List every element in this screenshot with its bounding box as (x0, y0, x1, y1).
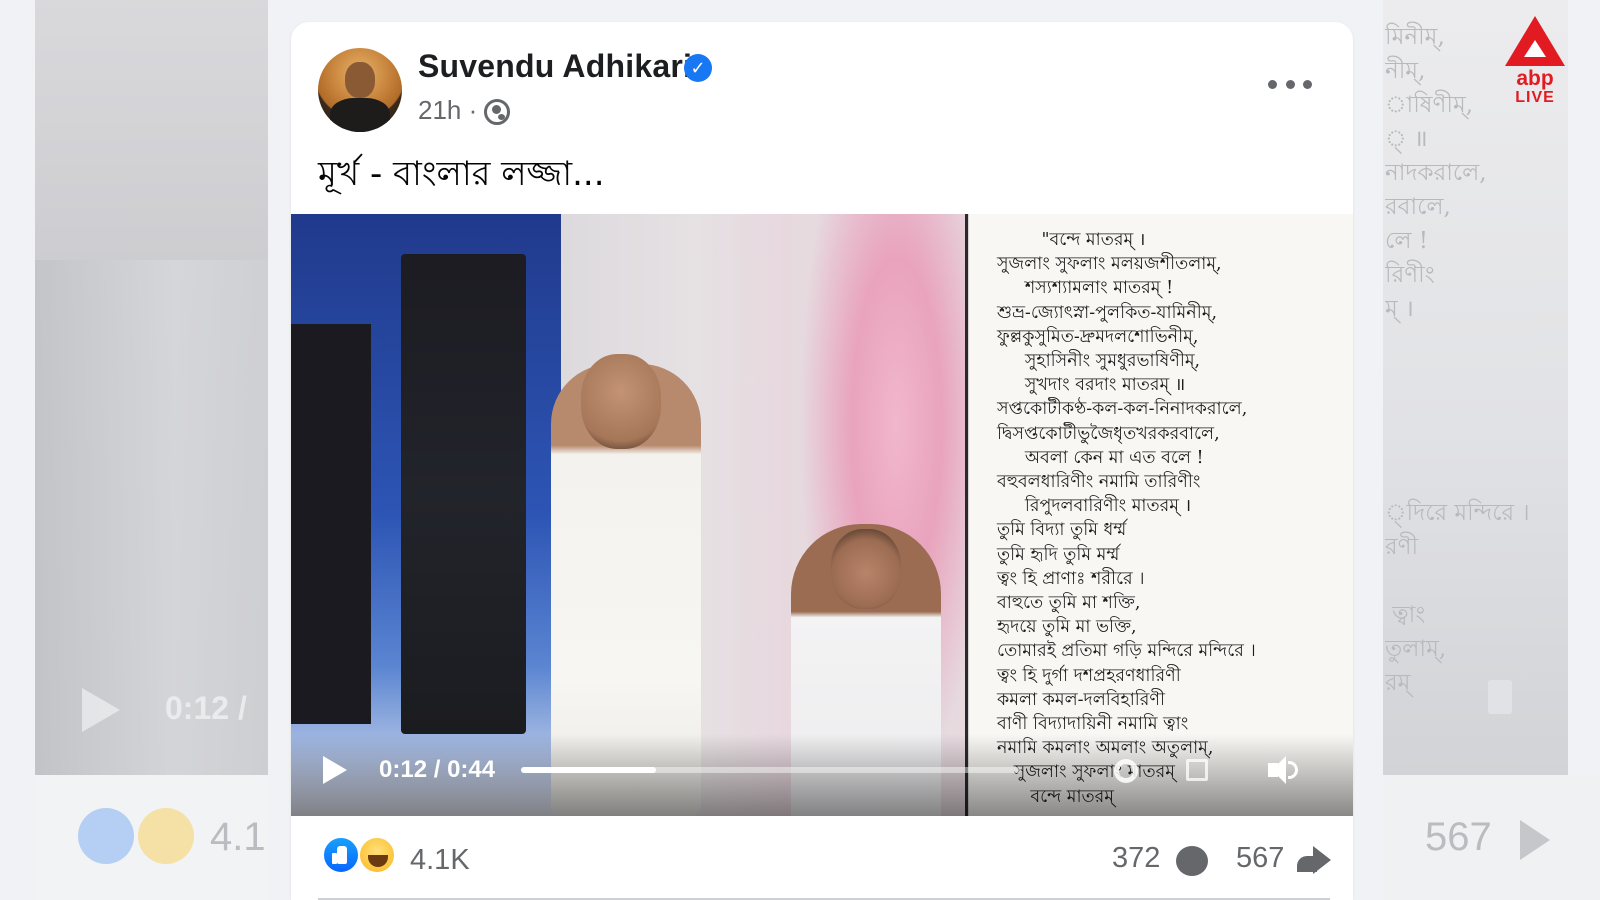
author-name[interactable]: Suvendu Adhikari (418, 48, 692, 85)
post-caption: মূর্খ - বাংলার লজ্জা... (318, 154, 605, 194)
background-haha-icon (138, 808, 194, 864)
speaker-cabinet (291, 324, 371, 724)
poem-line: তুমি হৃদি তুমি মর্ম্ম (997, 544, 1120, 565)
poem-line: শস্যশ্যামলাং মাতরম্‌ ! (997, 278, 1174, 299)
like-icon[interactable] (322, 836, 360, 874)
poem-line: সুখদাং বরদাং মাতরম্‌ ॥ (997, 375, 1186, 396)
video-player[interactable]: "বন্দে মাতরম্‌ । সুজলাং সুফলাং মলয়জশীতলা… (291, 214, 1353, 816)
video-time: 0:12 / 0:44 (379, 756, 495, 784)
background-share-icon (1520, 820, 1550, 860)
video-split-divider (965, 214, 968, 816)
volume-icon[interactable] (1268, 756, 1298, 784)
abp-live-text: LIVE (1515, 89, 1555, 106)
volume-wave (1288, 761, 1298, 779)
background-reaction-count: 4.1 (210, 815, 266, 859)
poem-line: সপ্তকোটীকণ্ঠ-কল-কল-নিনাদকরালে, (997, 399, 1248, 420)
speaking-woman-head (581, 354, 661, 449)
poem-line: ত্বং হি প্রাণাঃ শরীরে । (997, 568, 1145, 589)
fullscreen-icon[interactable] (1186, 759, 1208, 781)
poem-line: কমলা কমল-দলবিহারিণী (997, 689, 1166, 710)
share-icon[interactable] (1297, 844, 1331, 876)
poem-line: "বন্দে মাতরম্‌ । (997, 230, 1146, 250)
avatar-body (330, 98, 390, 132)
poem-line: হৃদয়ে তুমি মা ভক্তি, (997, 617, 1137, 638)
current-time: 0:12 (379, 756, 428, 783)
comment-icon[interactable] (1176, 846, 1208, 876)
verified-badge-icon: ✓ (684, 54, 712, 82)
settings-icon[interactable] (1114, 759, 1138, 783)
poem-line: সুহাসিনীং সুমধুরভাষিণীম্‌, (997, 351, 1201, 372)
poem-line: ত্বং হি দুর্গা দশপ্রহরণধারিণী (997, 665, 1181, 686)
duration: 0:44 (447, 756, 496, 783)
poem-line: বাহুতে তুমি মা শক্তি, (997, 593, 1141, 614)
more-options-button[interactable] (1268, 70, 1312, 98)
speaker-cabinet (401, 254, 526, 734)
background-share-count: 567 (1425, 815, 1492, 859)
author-avatar[interactable] (318, 48, 402, 132)
poem-line: দ্বিসপ্তকোটীভুজৈধৃতখরকরবালে, (997, 423, 1220, 444)
video-progress-fill (521, 767, 656, 773)
video-progress-bar[interactable] (521, 767, 1021, 773)
poem-line: শুভ্র-জ্যোৎস্না-পুলকিত-যামিনীম্‌, (997, 302, 1218, 323)
play-icon[interactable] (323, 756, 347, 784)
background-like-icon (78, 808, 134, 864)
video-frame-scene (291, 214, 967, 816)
reaction-count[interactable]: 4.1K (410, 844, 470, 877)
poem-line: বাণী বিদ্যাদায়িনী নমামি ত্বাং (997, 714, 1189, 735)
poem-line: বহুবলধারিণীং নমামি তারিণীং (997, 472, 1201, 493)
poem-line: রিপুদলবারিণীং মাতরম্‌ । (997, 496, 1192, 517)
poem-line: তুমি বিদ্যা তুমি ধর্ম্ম (997, 520, 1127, 541)
abp-triangle-icon (1505, 16, 1565, 66)
avatar-face (345, 62, 375, 98)
poem-text: "বন্দে মাতরম্‌ । সুজলাং সুফলাং মলয়জশীতলা… (997, 228, 1347, 809)
post-timestamp[interactable]: 21h · (418, 95, 477, 126)
dot-icon (1303, 79, 1312, 89)
globe-icon (484, 99, 510, 125)
poem-line: অবলা কেন মা এত বলে ! (997, 447, 1204, 468)
background-play-icon (82, 688, 120, 732)
abp-brand-text: abp (1516, 67, 1554, 90)
abp-live-logo: abp LIVE (1500, 16, 1570, 126)
poem-line: তোমারই প্রতিমা গড়ি মন্দিরে মন্দিরে । (997, 641, 1256, 662)
comment-count[interactable]: 372 (1112, 842, 1160, 875)
poem-line: সুজলাং সুফলাং মলয়জশীতলাম্‌, (997, 254, 1222, 275)
time-separator: / (427, 756, 448, 783)
poem-line: ফুল্লকুসুমিত-দ্রুমদলশোভিনীম্‌, (997, 326, 1199, 347)
background-time-text: 0:12 / (165, 690, 247, 726)
dot-icon (1268, 79, 1277, 89)
share-count[interactable]: 567 (1236, 842, 1284, 875)
dot-icon (1285, 79, 1295, 89)
background-volume-icon (1488, 680, 1512, 714)
haha-icon[interactable] (358, 836, 396, 874)
seated-man-head (831, 529, 901, 609)
